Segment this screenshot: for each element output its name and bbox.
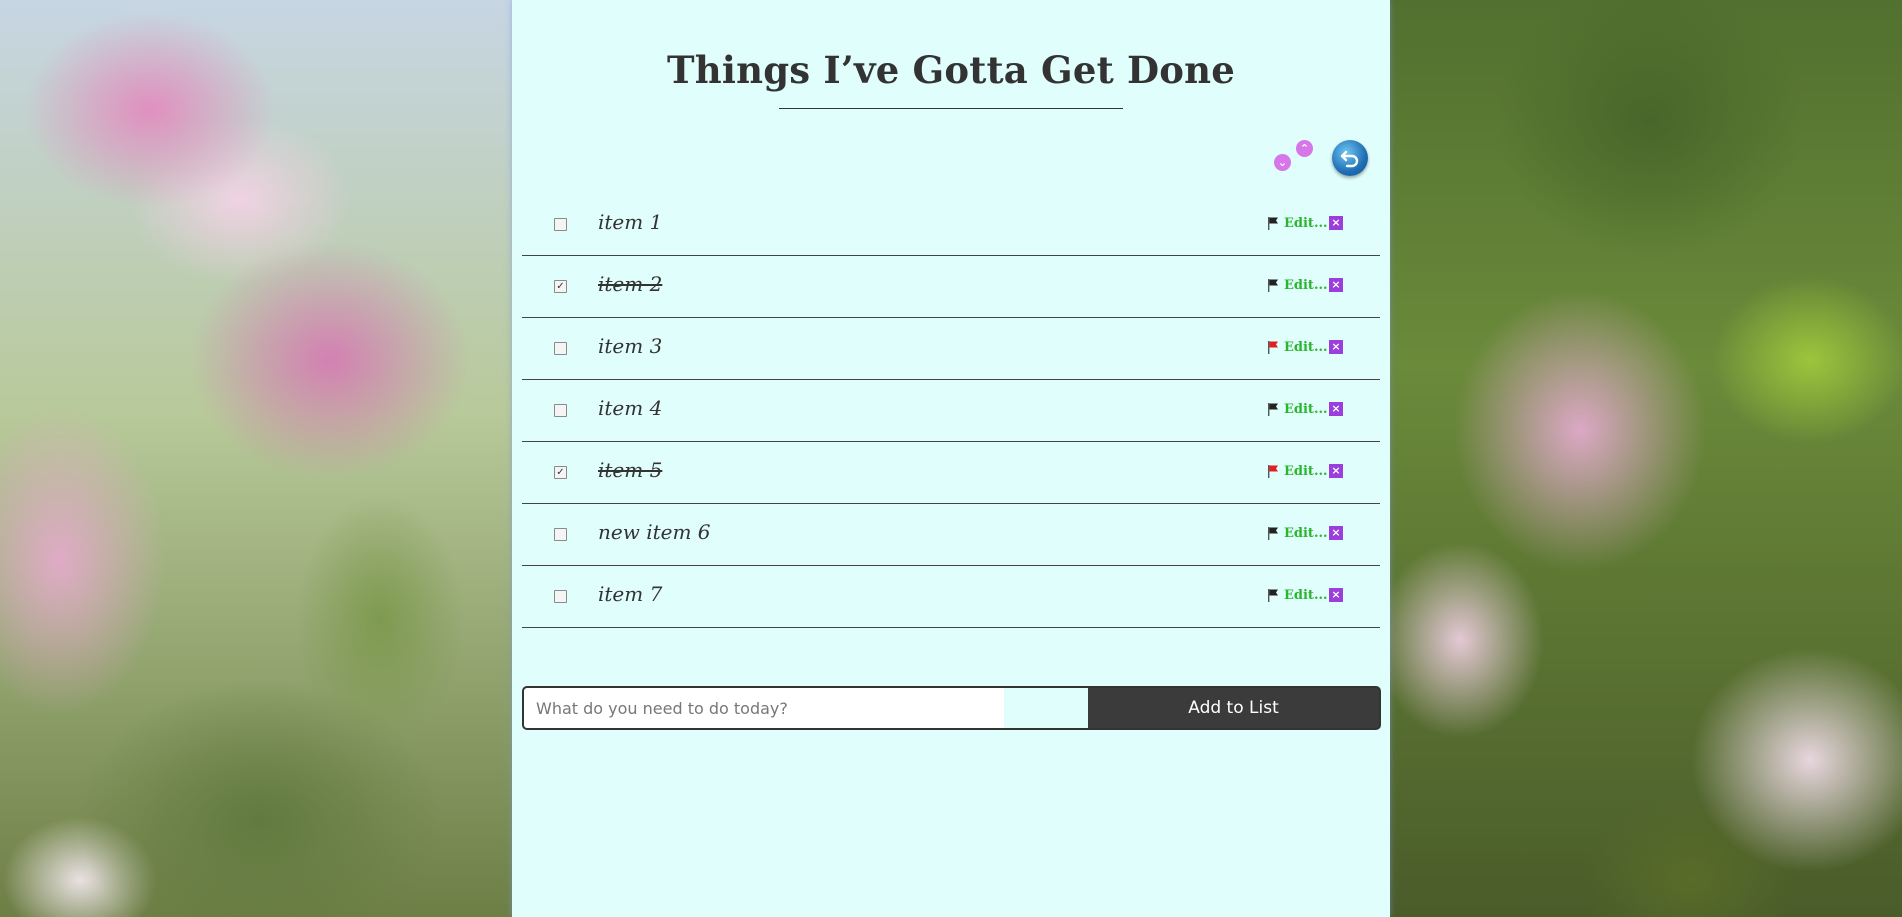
todo-item-label: item 5 — [598, 458, 663, 482]
todo-checkbox[interactable]: ✓ — [554, 280, 567, 293]
edit-link[interactable]: Edit... — [1284, 588, 1328, 603]
flag-icon[interactable] — [1267, 464, 1279, 478]
todo-row: new item 6 Edit... × — [522, 504, 1380, 566]
todo-list: item 1 Edit... × ✓ item 2 Edit... × item 3 Edit.… — [522, 194, 1380, 628]
flag-icon[interactable] — [1267, 526, 1279, 540]
todo-item-label: item 2 — [598, 272, 663, 296]
todo-row: item 4 Edit... × — [522, 380, 1380, 442]
edit-link[interactable]: Edit... — [1284, 340, 1328, 355]
title-underline — [779, 108, 1123, 109]
todo-checkbox[interactable] — [554, 590, 567, 603]
delete-icon[interactable]: × — [1329, 340, 1343, 354]
flag-icon[interactable] — [1267, 340, 1279, 354]
page-title: Things I’ve Gotta Get Done — [667, 48, 1235, 92]
todo-panel: Things I’ve Gotta Get Done ⌄ ⌃ item 1 Edi… — [512, 0, 1390, 917]
delete-icon[interactable]: × — [1329, 278, 1343, 292]
chevron-up-icon[interactable]: ⌃ — [1296, 140, 1313, 157]
edit-link[interactable]: Edit... — [1284, 526, 1328, 541]
add-to-list-button[interactable]: Add to List — [1088, 688, 1379, 728]
todo-item-label: item 7 — [598, 582, 663, 606]
delete-icon[interactable]: × — [1329, 216, 1343, 230]
todo-checkbox[interactable] — [554, 218, 567, 231]
new-item-input[interactable] — [524, 688, 1004, 728]
delete-icon[interactable]: × — [1329, 588, 1343, 602]
edit-link[interactable]: Edit... — [1284, 464, 1328, 479]
todo-checkbox[interactable] — [554, 528, 567, 541]
background-photo-right — [1390, 0, 1902, 917]
flag-icon[interactable] — [1267, 402, 1279, 416]
flag-icon[interactable] — [1267, 278, 1279, 292]
undo-button[interactable] — [1332, 140, 1368, 176]
input-spacer — [1004, 688, 1088, 728]
todo-item-label: item 3 — [598, 334, 663, 358]
todo-row: item 1 Edit... × — [522, 194, 1380, 256]
todo-row: item 3 Edit... × — [522, 318, 1380, 380]
todo-checkbox[interactable]: ✓ — [554, 466, 567, 479]
todo-row: ✓ item 2 Edit... × — [522, 256, 1380, 318]
add-item-form: Add to List — [522, 686, 1381, 730]
todo-row: item 7 Edit... × — [522, 566, 1380, 628]
todo-item-label: item 4 — [598, 396, 663, 420]
delete-icon[interactable]: × — [1329, 526, 1343, 540]
chevron-down-icon[interactable]: ⌄ — [1274, 154, 1291, 171]
sort-controls: ⌄ ⌃ — [1274, 140, 1314, 176]
delete-icon[interactable]: × — [1329, 402, 1343, 416]
todo-item-label: new item 6 — [598, 520, 711, 544]
edit-link[interactable]: Edit... — [1284, 216, 1328, 231]
todo-item-label: item 1 — [598, 210, 663, 234]
flag-icon[interactable] — [1267, 588, 1279, 602]
edit-link[interactable]: Edit... — [1284, 278, 1328, 293]
todo-checkbox[interactable] — [554, 342, 567, 355]
undo-arrow-icon — [1340, 150, 1359, 168]
todo-checkbox[interactable] — [554, 404, 567, 417]
flag-icon[interactable] — [1267, 216, 1279, 230]
edit-link[interactable]: Edit... — [1284, 402, 1328, 417]
todo-row: ✓ item 5 Edit... × — [522, 442, 1380, 504]
delete-icon[interactable]: × — [1329, 464, 1343, 478]
